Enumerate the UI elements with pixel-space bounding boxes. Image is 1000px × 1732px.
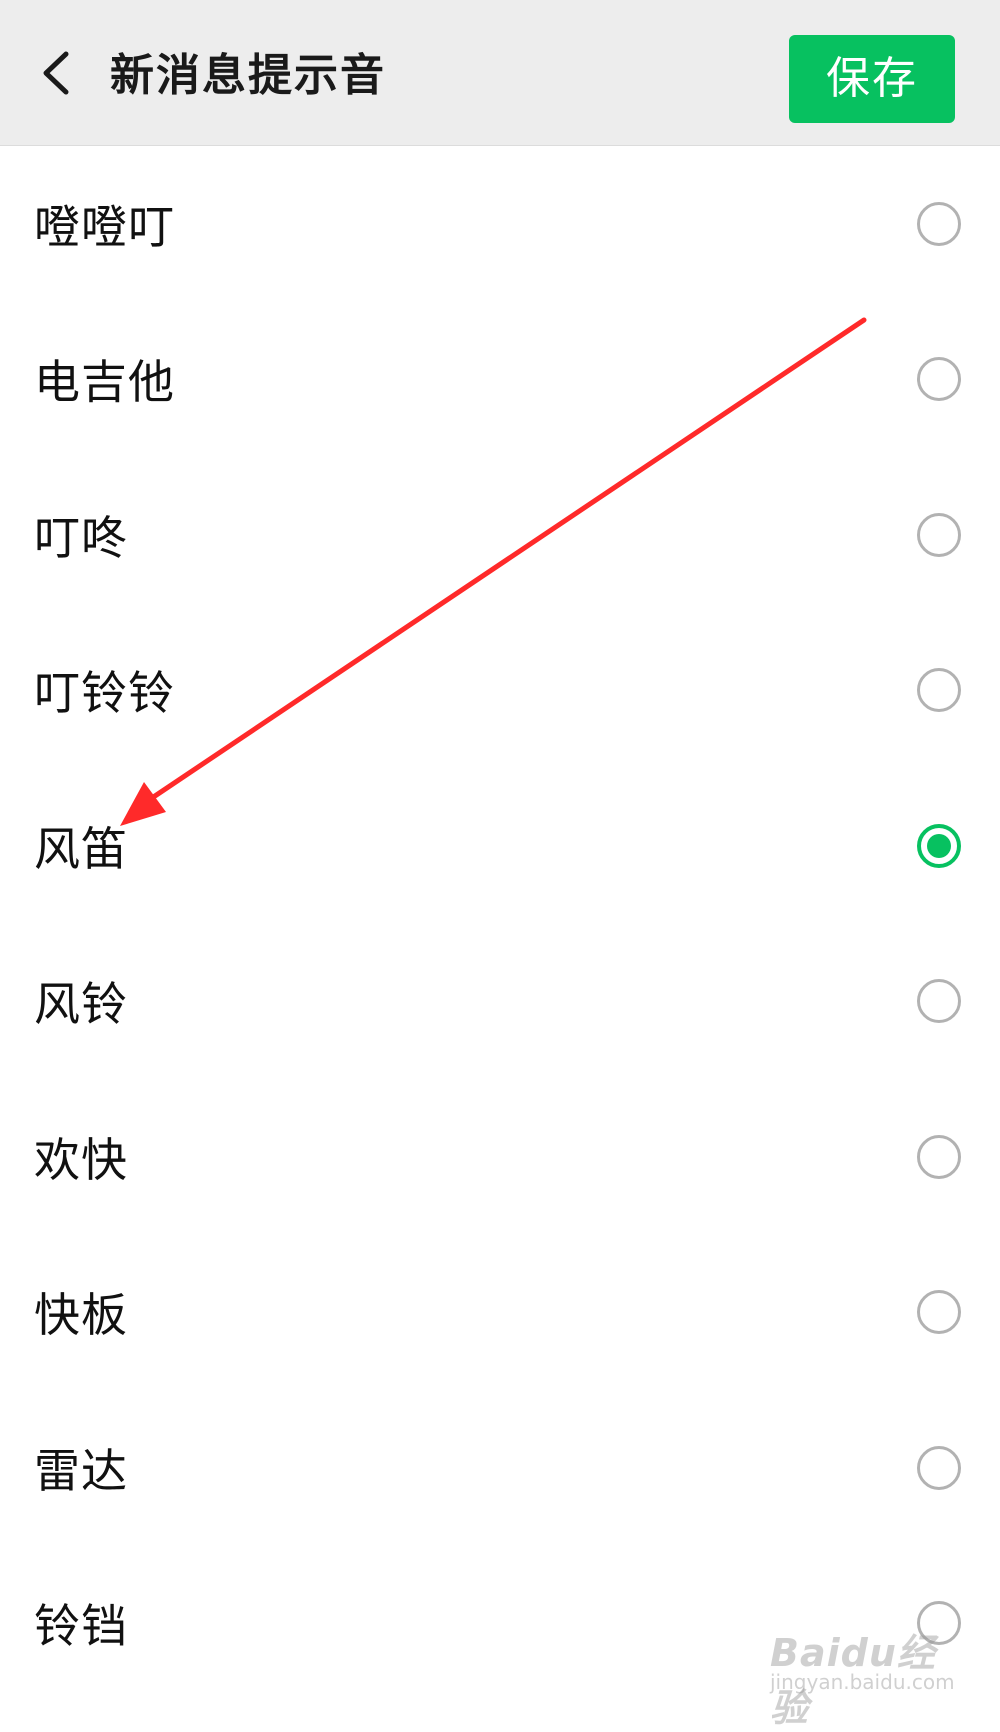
sound-option-label: 铃铛 — [34, 1599, 128, 1654]
sound-option-electric-guitar[interactable]: 电吉他 — [0, 302, 1000, 458]
radio-unselected-icon[interactable] — [917, 1134, 961, 1179]
radio-unselected-icon[interactable] — [917, 201, 961, 246]
sound-option-kuaiban[interactable]: 快板 — [0, 1235, 1000, 1391]
app-header: 新消息提示音 保存 — [0, 0, 1000, 146]
sound-option-dingdong[interactable]: 叮咚 — [0, 457, 1000, 613]
back-button[interactable] — [30, 40, 86, 106]
sound-option-label: 电吉他 — [34, 355, 175, 410]
sound-option-radar[interactable]: 雷达 — [0, 1390, 1000, 1546]
radio-unselected-icon[interactable] — [917, 668, 961, 713]
radio-unselected-icon[interactable] — [917, 1445, 961, 1490]
sound-list: 噔噔叮 电吉他 叮咚 叮铃铃 风笛 风铃 欢快 快板 雷达 铃铛 — [0, 146, 1000, 1701]
sound-option-label: 噔噔叮 — [34, 199, 175, 254]
chevron-left-icon — [43, 51, 69, 95]
sound-option-label: 快板 — [34, 1288, 128, 1343]
sound-option-label: 风铃 — [34, 977, 128, 1032]
watermark-url: jingyan.baidu.com — [770, 1670, 955, 1694]
sound-option-label: 叮铃铃 — [34, 666, 175, 721]
sound-option-dengdengding[interactable]: 噔噔叮 — [0, 146, 1000, 302]
sound-option-cheerful[interactable]: 欢快 — [0, 1079, 1000, 1235]
radio-unselected-icon[interactable] — [917, 512, 961, 557]
save-button[interactable]: 保存 — [789, 35, 955, 123]
sound-option-bagpipe[interactable]: 风笛 — [0, 768, 1000, 924]
sound-option-label: 叮咚 — [34, 510, 128, 565]
sound-option-label: 欢快 — [34, 1132, 128, 1187]
baidu-jingyan-watermark: Baidu经验 jingyan.baidu.com — [770, 1622, 970, 1730]
radio-unselected-icon[interactable] — [917, 979, 961, 1024]
radio-unselected-icon[interactable] — [917, 1290, 961, 1335]
sound-option-dinglingling[interactable]: 叮铃铃 — [0, 613, 1000, 769]
page-title: 新消息提示音 — [110, 50, 386, 101]
sound-option-label: 雷达 — [34, 1443, 128, 1498]
radio-selected-icon[interactable] — [917, 823, 961, 868]
sound-option-label: 风笛 — [34, 821, 128, 876]
sound-option-wind-chime[interactable]: 风铃 — [0, 924, 1000, 1080]
radio-unselected-icon[interactable] — [917, 357, 961, 402]
